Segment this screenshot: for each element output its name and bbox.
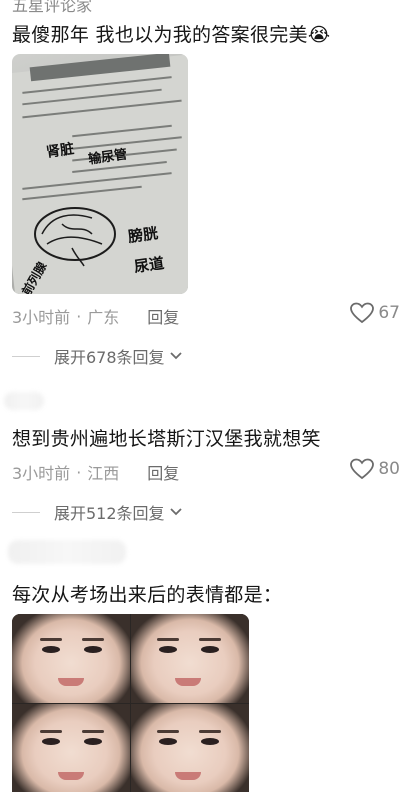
meta-separator: ·: [76, 306, 82, 326]
expand-replies[interactable]: 展开512条回复: [12, 500, 183, 524]
handwriting-4: 尿道: [132, 253, 166, 276]
username-blurred[interactable]: [4, 392, 44, 410]
comment-time: 3小时前: [12, 308, 71, 327]
like-count: 80: [378, 459, 400, 479]
comment-badge-label: 五星评论家: [12, 0, 93, 15]
heart-outline-icon: [350, 458, 375, 480]
face-tile: [131, 614, 249, 703]
chevron-down-icon: [169, 508, 182, 516]
comment-location: 江西: [87, 464, 120, 483]
expand-replies-label: 展开678条回复: [54, 348, 165, 367]
comment-location: 广东: [87, 308, 120, 327]
comment-text: 想到贵州遍地长塔斯汀汉堡我就想笑: [12, 428, 321, 450]
chevron-down-icon: [169, 352, 182, 360]
face-tile: [12, 704, 130, 792]
brain-drawing: [34, 207, 116, 267]
comment-meta: 3小时前 · 广东 回复: [12, 304, 179, 328]
divider-line: [12, 511, 40, 513]
comment-text: 每次从考场出来后的表情都是：: [12, 584, 283, 606]
meta-separator: ·: [76, 462, 82, 482]
comment-text: 最傻那年 我也以为我的答案很完美😭: [12, 24, 331, 46]
reply-button[interactable]: 回复: [147, 460, 179, 484]
face-tile: [12, 614, 130, 703]
like-button[interactable]: 80: [350, 458, 400, 480]
divider-line: [12, 355, 40, 357]
username-blurred[interactable]: [8, 540, 126, 564]
reply-button[interactable]: 回复: [147, 304, 179, 328]
handwriting-1: 肾脏: [45, 141, 76, 161]
comment-image-faces[interactable]: [12, 614, 249, 792]
expand-replies-label: 展开512条回复: [54, 504, 165, 523]
comment-meta: 3小时前 · 江西 回复: [12, 460, 179, 484]
comment-image-textbook[interactable]: 肾脏 输尿管 膀胱 尿道 前列腺: [12, 54, 188, 294]
comment-time: 3小时前: [12, 464, 71, 483]
like-count: 67: [378, 303, 400, 323]
face-tile: [131, 704, 249, 792]
handwriting-3: 膀胱: [126, 223, 160, 246]
like-button[interactable]: 67: [350, 302, 400, 324]
expand-replies[interactable]: 展开678条回复: [12, 344, 183, 368]
heart-outline-icon: [350, 302, 375, 324]
